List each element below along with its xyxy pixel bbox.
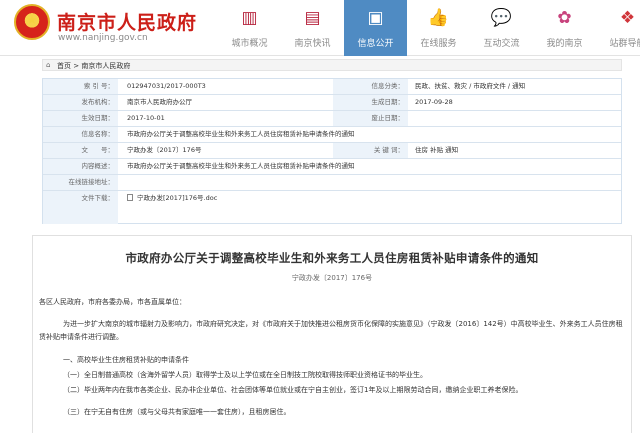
index-value: 012947031/2017-000T3 <box>127 82 206 90</box>
expire-label: 废止日期： <box>333 111 408 126</box>
nav-label: 南京快讯 <box>294 39 331 49</box>
news-icon: ▤ <box>304 8 321 28</box>
nav-label: 站群导航 <box>609 39 640 49</box>
nav-city-overview[interactable]: ▥ 城市概况 <box>218 0 281 56</box>
nav-site-group[interactable]: ❖ 站群导航 <box>596 0 640 56</box>
nav-label: 互动交流 <box>483 39 520 49</box>
site-url: www.nanjing.gov.cn <box>58 33 148 43</box>
city-building-icon: ▥ <box>241 8 258 28</box>
article-body: 市政府办公厅关于调整高校毕业生和外来务工人员住房租赁补贴申请条件的通知 宁政办发… <box>32 235 632 433</box>
online-link-value[interactable] <box>127 175 617 190</box>
doc-no-value: 宁政办发〔2017〕176号 <box>127 146 202 154</box>
breadcrumb-text[interactable]: 首页 > 南京市人民政府 <box>57 61 130 71</box>
attachment-filename[interactable]: 宁政办发[2017]176号.doc <box>137 194 217 202</box>
keywords-value: 住房 补贴 通知 <box>415 146 459 154</box>
article-heading: 一、高校毕业生住房租赁补贴的申请条件 <box>63 356 189 364</box>
gen-date-value: 2017-09-28 <box>415 98 453 106</box>
info-document-icon: ▣ <box>367 8 384 28</box>
article-list-item: （一）全日制普通高校（含海外留学人员）取得学士及以上学位或在全日制技工院校取得技… <box>63 371 427 379</box>
breadcrumb: ⌂ 首页 > 南京市人民政府 <box>42 59 622 71</box>
thumbs-up-icon: 👍 <box>427 8 450 28</box>
expire-value <box>415 111 615 126</box>
category-label: 信息分类： <box>333 79 408 94</box>
publisher-value: 南京市人民政府办公厅 <box>127 98 192 106</box>
info-row: 文件下载： 宁政办发[2017]176号.doc <box>43 191 621 224</box>
info-row: 发布机构： 南京市人民政府办公厅 生成日期： 2017-09-28 <box>43 95 621 111</box>
chat-bubbles-icon: 💬 <box>490 8 513 28</box>
info-row: 在线链接地址： <box>43 175 621 191</box>
file-icon <box>127 194 133 201</box>
site-header: 南京市人民政府 www.nanjing.gov.cn ▥ 城市概况 ▤ 南京快讯… <box>0 0 640 56</box>
effective-label: 生效日期： <box>43 111 118 126</box>
national-emblem-icon <box>14 4 50 40</box>
info-row: 文 号： 宁政办发〔2017〕176号 关 键 词： 住房 补贴 通知 <box>43 143 621 159</box>
nav-interaction[interactable]: 💬 互动交流 <box>470 0 533 56</box>
info-row: 索 引 号： 012947031/2017-000T3 信息分类： 民政、扶贫、… <box>43 79 621 95</box>
info-row: 生效日期： 2017-10-01 废止日期： <box>43 111 621 127</box>
nav-online-service[interactable]: 👍 在线服务 <box>407 0 470 56</box>
nav-label: 在线服务 <box>420 39 457 49</box>
nav-label: 信息公开 <box>357 39 394 49</box>
site-title[interactable]: 南京市人民政府 <box>57 8 197 35</box>
summary-label: 内容概述： <box>43 159 118 174</box>
summary-value: 市政府办公厅关于调整高校毕业生和外来务工人员住房租赁补贴申请条件的通知 <box>127 162 355 170</box>
name-value: 市政府办公厅关于调整高校毕业生和外来务工人员住房租赁补贴申请条件的通知 <box>127 130 355 138</box>
article-list-item: （二）毕业两年内在我市各类企业、民办非企业单位、社会团体等单位就业或在宁自主创业… <box>63 386 523 394</box>
publisher-label: 发布机构： <box>43 95 118 110</box>
nav-label: 我的南京 <box>546 39 583 49</box>
article-salutation: 各区人民政府，市府各委办局，市各直属单位： <box>39 298 186 306</box>
compass-icon: ❖ <box>619 8 636 28</box>
doc-no-label: 文 号： <box>43 143 118 158</box>
document-info-table: 索 引 号： 012947031/2017-000T3 信息分类： 民政、扶贫、… <box>42 78 622 224</box>
online-link-label: 在线链接地址： <box>43 175 118 190</box>
info-row: 信息名称： 市政府办公厅关于调整高校毕业生和外来务工人员住房租赁补贴申请条件的通… <box>43 127 621 143</box>
category-value: 民政、扶贫、救灾 / 市政府文件 / 通知 <box>415 82 526 90</box>
article-doc-number: 宁政办发〔2017〕176号 <box>291 274 373 282</box>
nav-news[interactable]: ▤ 南京快讯 <box>281 0 344 56</box>
nav-label: 城市概况 <box>231 39 268 49</box>
name-label: 信息名称： <box>43 127 118 142</box>
nav-info-disclosure[interactable]: ▣ 信息公开 <box>344 0 407 56</box>
index-label: 索 引 号： <box>43 79 118 94</box>
attachment-link[interactable]: 宁政办发[2017]176号.doc <box>127 191 527 206</box>
article-paragraph: 为进一步扩大南京的城市辐射力及影响力，市政府研究决定，对《市政府关于加快推进公租… <box>39 320 623 341</box>
info-row: 内容概述： 市政府办公厅关于调整高校毕业生和外来务工人员住房租赁补贴申请条件的通… <box>43 159 621 175</box>
flower-icon: ✿ <box>557 8 572 28</box>
article-list-item: （三）在宁无自有住房（或与父母共有家庭唯一一套住房），且租房居住。 <box>63 408 291 416</box>
effective-value: 2017-10-01 <box>127 114 165 122</box>
attachment-label: 文件下载： <box>43 191 118 224</box>
nav-my-nanjing[interactable]: ✿ 我的南京 <box>533 0 596 56</box>
gen-date-label: 生成日期： <box>333 95 408 110</box>
main-nav: ▥ 城市概况 ▤ 南京快讯 ▣ 信息公开 👍 在线服务 💬 互动交流 ✿ 我的南… <box>218 0 640 56</box>
home-icon[interactable]: ⌂ <box>46 61 50 69</box>
keywords-label: 关 键 词： <box>333 143 408 158</box>
article-title: 市政府办公厅关于调整高校毕业生和外来务工人员住房租赁补贴申请条件的通知 <box>125 251 539 265</box>
